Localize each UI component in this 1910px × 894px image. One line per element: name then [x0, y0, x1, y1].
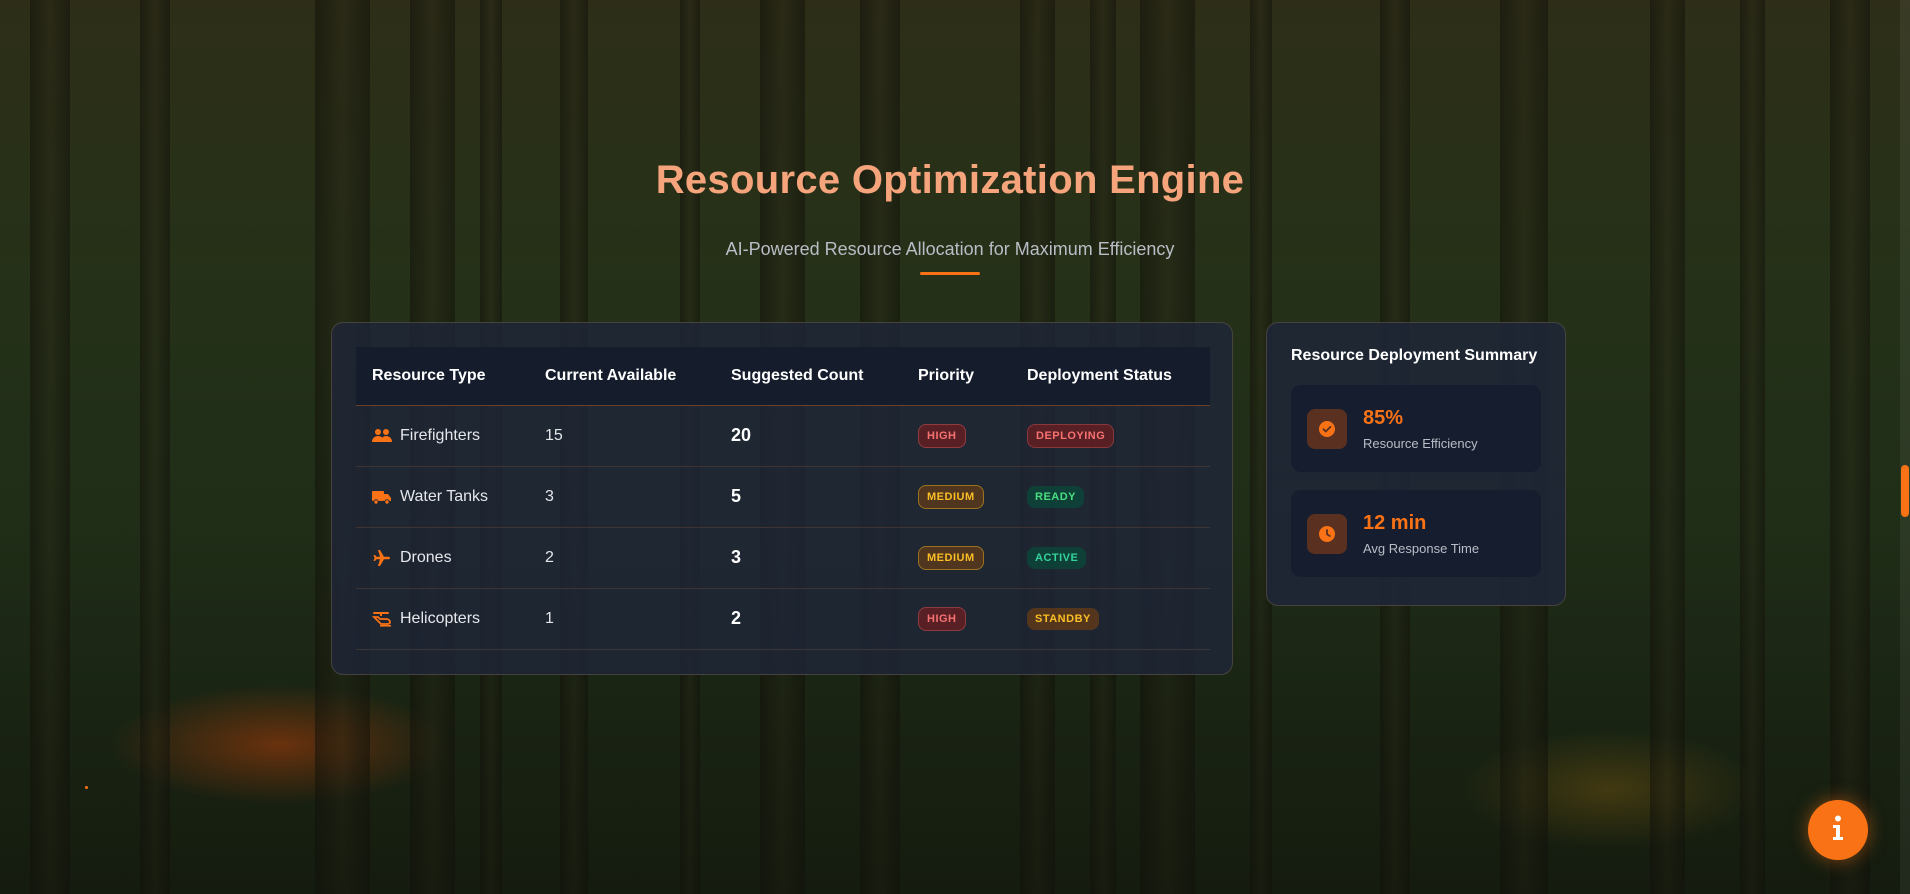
metric-value: 12 min: [1363, 511, 1427, 534]
vertical-scrollbar[interactable]: [1900, 0, 1910, 894]
page-title: Resource Optimization Engine: [655, 158, 1245, 202]
plane-icon: [372, 549, 392, 567]
resource-type-label: Water Tanks: [400, 487, 489, 505]
title-underline: [920, 272, 980, 275]
page-header: Resource Optimization Engine AI-Powered …: [0, 158, 1900, 275]
table-row[interactable]: Water Tanks 3 5 MEDIUM READY: [356, 466, 1210, 528]
column-header-priority[interactable]: Priority: [902, 347, 1011, 406]
resource-type-label: Helicopters: [400, 609, 481, 627]
priority-badge: MEDIUM: [918, 484, 984, 509]
check-circle-icon: [1307, 408, 1347, 449]
metric-avg-response-time: 12 min Avg Response Time: [1291, 490, 1541, 577]
table-row[interactable]: Firefighters 15 20 HIGH DEPLOYING: [356, 405, 1210, 467]
info-button[interactable]: [1808, 800, 1868, 860]
column-header-resource-type[interactable]: Resource Type: [356, 347, 529, 406]
table-row[interactable]: Helicopters 1 2 HIGH STANDBY: [356, 588, 1210, 650]
ember-particle: [85, 786, 88, 789]
deployment-summary-card: Resource Deployment Summary 85% Resource…: [1266, 322, 1566, 606]
metric-value: 85%: [1363, 406, 1404, 429]
suggested-count-cell: 3: [715, 527, 902, 589]
helicopter-icon: [372, 610, 392, 628]
current-available-cell: 3: [529, 466, 715, 528]
scrollbar-thumb[interactable]: [1901, 465, 1909, 517]
table-row[interactable]: Drones 2 3 MEDIUM ACTIVE: [356, 527, 1210, 589]
resource-type-label: Drones: [400, 548, 452, 566]
resource-type-label: Firefighters: [400, 426, 481, 444]
resource-table: Resource Type Current Available Suggeste…: [356, 347, 1210, 650]
truck-icon: [372, 488, 392, 506]
suggested-count-cell: 2: [715, 588, 902, 650]
column-header-current-available[interactable]: Current Available: [529, 347, 715, 406]
metric-resource-efficiency: 85% Resource Efficiency: [1291, 385, 1541, 472]
current-available-cell: 2: [529, 527, 715, 589]
table-header-row: Resource Type Current Available Suggeste…: [356, 347, 1210, 406]
status-badge: STANDBY: [1027, 607, 1099, 630]
column-header-deployment-status[interactable]: Deployment Status: [1011, 347, 1210, 406]
current-available-cell: 1: [529, 588, 715, 650]
priority-badge: MEDIUM: [918, 545, 984, 570]
info-icon: [1831, 815, 1845, 846]
metric-label: Resource Efficiency: [1363, 435, 1478, 451]
suggested-count-cell: 5: [715, 466, 902, 528]
priority-badge: HIGH: [918, 606, 966, 631]
status-badge: ACTIVE: [1027, 546, 1087, 569]
users-icon: [372, 427, 392, 445]
status-badge: DEPLOYING: [1027, 423, 1115, 448]
column-header-suggested-count[interactable]: Suggested Count: [715, 347, 902, 406]
summary-title: Resource Deployment Summary: [1291, 347, 1538, 364]
metric-label: Avg Response Time: [1363, 540, 1480, 556]
status-badge: READY: [1027, 485, 1085, 508]
current-available-cell: 15: [529, 405, 715, 467]
suggested-count-cell: 20: [715, 405, 902, 467]
page-subtitle: AI-Powered Resource Allocation for Maxim…: [725, 239, 1175, 259]
priority-badge: HIGH: [918, 423, 966, 448]
resource-table-card: Resource Type Current Available Suggeste…: [331, 322, 1233, 675]
clock-icon: [1307, 513, 1347, 554]
